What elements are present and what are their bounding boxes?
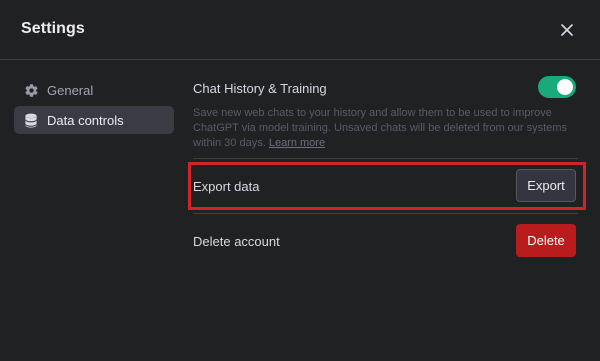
close-button[interactable]	[556, 19, 578, 41]
chat-history-toggle[interactable]	[538, 76, 576, 98]
toggle-knob	[557, 79, 573, 95]
export-button[interactable]: Export	[516, 169, 576, 202]
description-text: Save new web chats to your history and a…	[193, 107, 567, 149]
divider	[193, 158, 578, 159]
sidebar-item-data-controls[interactable]: Data controls	[14, 106, 174, 134]
learn-more-link[interactable]: Learn more	[269, 137, 325, 149]
divider	[193, 213, 578, 214]
dialog-title: Settings	[21, 20, 85, 37]
chat-history-label: Chat History & Training	[193, 81, 327, 96]
delete-button[interactable]: Delete	[516, 224, 576, 257]
settings-dialog: Settings General Data controls Chat Hist…	[0, 0, 600, 361]
gear-icon	[23, 83, 39, 99]
delete-account-label: Delete account	[193, 234, 280, 249]
close-icon	[561, 24, 573, 36]
dialog-header: Settings	[0, 0, 600, 60]
sidebar-item-general[interactable]: General	[14, 76, 174, 105]
sidebar-item-label: General	[47, 83, 94, 98]
export-data-label: Export data	[193, 179, 260, 194]
settings-sidebar: General Data controls	[14, 76, 174, 134]
sidebar-item-label: Data controls	[47, 112, 124, 128]
database-icon	[23, 112, 39, 128]
chat-history-description: Save new web chats to your history and a…	[193, 106, 568, 151]
